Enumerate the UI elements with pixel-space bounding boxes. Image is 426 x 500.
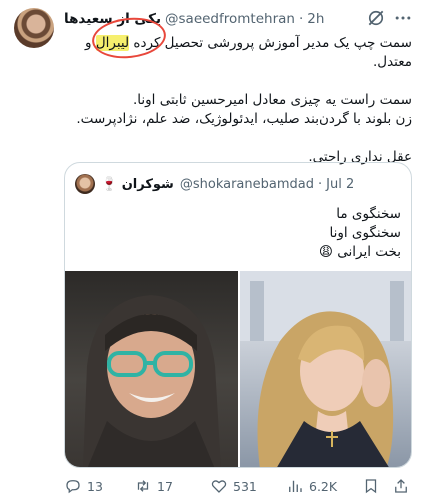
tweet-timestamp[interactable]: 2h	[307, 11, 324, 27]
photo-blonde-woman[interactable]	[240, 271, 411, 467]
quoted-author-display-name[interactable]: شوکران 🍷	[101, 177, 174, 192]
quoted-media	[65, 271, 411, 467]
reply-count: 13	[87, 478, 103, 494]
quoted-author-handle[interactable]: @shokaranebamdad	[180, 177, 314, 192]
reply-icon	[66, 480, 80, 494]
bookmark-button[interactable]	[362, 476, 380, 496]
like-count: 531	[233, 478, 257, 494]
quoted-line-1: سخنگوی ما	[336, 206, 401, 222]
retweet-icon	[137, 480, 149, 492]
quoted-line-3: بخت ایرانی 😩	[318, 244, 401, 260]
action-bar: 13 17 531 6.2K	[0, 476, 426, 496]
views-button[interactable]: 6.2K	[286, 476, 337, 496]
share-icon	[395, 479, 407, 493]
quoted-tweet-timestamp[interactable]: Jul 2	[326, 177, 354, 192]
tweet-line-2: سمت راست یه چیزی معادل امیرحسین ثابتی او…	[133, 92, 412, 108]
views-count: 6.2K	[309, 478, 338, 494]
share-button[interactable]	[392, 476, 410, 496]
quoted-tweet[interactable]: شوکران 🍷 @shokaranebamdad · Jul 2 سخنگوی…	[64, 162, 412, 468]
quoted-tweet-header: شوکران 🍷 @shokaranebamdad · Jul 2	[65, 173, 411, 195]
heart-icon	[211, 480, 227, 493]
retweet-button[interactable]: 17	[134, 476, 173, 496]
more-options-icon[interactable]	[393, 8, 413, 28]
separator-dot: ·	[318, 176, 323, 192]
photo-woman-hijab-illustration	[83, 295, 221, 467]
photo-blonde-woman-illustration	[240, 271, 411, 467]
author-avatar[interactable]	[14, 8, 54, 48]
quoted-line-2: سخنگوی اونا	[329, 225, 401, 241]
views-icon	[289, 480, 302, 492]
separator-dot: ·	[298, 11, 304, 27]
author-handle[interactable]: @saeedfromtehran	[165, 11, 295, 27]
photo-woman-hijab[interactable]	[65, 271, 238, 467]
retweet-count: 17	[157, 478, 173, 494]
quoted-author-avatar[interactable]	[75, 174, 95, 194]
quoted-tweet-text: سخنگوی ما سخنگوی اونا بخت ایرانی 😩	[75, 205, 401, 262]
like-button[interactable]: 531	[210, 476, 257, 496]
tweet-line-3: زن بلوند با گردن‌بند صلیب، ایدئولوژیک، ض…	[76, 111, 412, 127]
reply-button[interactable]: 13	[64, 476, 103, 496]
tweet-card[interactable]: یکی از سعیدها @saeedfromtehran · 2h سمت …	[0, 0, 426, 500]
bookmark-icon	[365, 479, 377, 494]
grok-icon[interactable]	[366, 8, 386, 28]
